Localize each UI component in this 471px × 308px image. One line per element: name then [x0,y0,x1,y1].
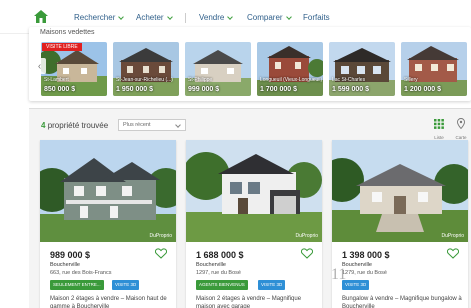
results-count-text: propriété trouvée [47,121,109,130]
results-count-number: 4 [41,121,46,130]
nav-forfaits[interactable]: Forfaits [303,13,330,22]
map-pin-icon [457,118,465,130]
page: Rechercher Acheter Vendre Comparer Forfa… [0,0,471,308]
sort-select[interactable]: Plus récent [118,119,186,131]
featured-home-price: 999 000 $ [188,86,220,93]
featured-home-location: St-Philippe [188,77,213,83]
nav-forfaits-label: Forfaits [303,13,330,22]
listing-price: 989 000 $ [50,250,91,260]
nav-rechercher-label: Rechercher [74,13,116,22]
listing-badge: SEULEMENT ENTRE... [50,280,104,290]
listing-watermark: DuProprio [149,233,172,239]
listing-city: Boucherville [50,262,80,268]
visit-3d-button[interactable]: VISITE 3D [112,280,140,290]
listing-address: 1297, rue du Bosé [196,270,241,276]
chevron-down-icon [227,13,234,20]
featured-home-card[interactable]: St-Jean-sur-Richelieu (...) 1 950 000 $ [113,42,179,96]
nav-vendre-label: Vendre [199,13,225,22]
featured-home-price: 1 200 000 $ [404,86,441,93]
listing-price: 1 688 000 $ [196,250,244,260]
listing-price: 1 398 000 $ [342,250,390,260]
view-list-toggle[interactable]: Liste [432,116,446,140]
nav-divider [185,13,186,23]
featured-home-card[interactable]: VISITE LIBRE St-Lambert 850 000 $ [41,42,107,96]
listing-card[interactable]: DuProprio 989 000 $ Boucherville 663, ru… [40,140,176,308]
chevron-down-icon [166,13,173,20]
nav-vendre[interactable]: Vendre [199,13,234,22]
nav-rechercher[interactable]: Rechercher [74,13,125,22]
home-logo-icon[interactable] [34,10,48,23]
nav-comparer[interactable]: Comparer [247,13,292,22]
listing-city: Boucherville [196,262,226,268]
listing-city: Boucherville [342,262,372,268]
featured-home-card[interactable]: Longueuil (Vieux-Longueuil) 1 700 000 $ [257,42,323,96]
listing-description: Bungalow à vendre – Magnifique bungalow … [342,296,462,308]
listing-photo: DuProprio [332,140,468,242]
nav-acheter[interactable]: Acheter [136,13,173,22]
listing-description: Maison 2 étages à vendre – Magnifique ma… [196,296,302,308]
listing-card[interactable]: DuProprio 1 688 000 $ Boucherville 1297,… [186,140,322,308]
listing-watermark: DuProprio [295,233,318,239]
chevron-down-icon [118,13,125,20]
featured-home-card[interactable]: Sillery 1 200 000 $ [401,42,467,96]
carousel-prev-button[interactable]: ‹ [33,58,46,74]
featured-homes-title: Maisons vedettes [40,29,95,36]
page-number-marker: 11 [331,266,347,283]
favorite-heart-icon[interactable] [447,248,459,259]
listing-photo: DuProprio [186,140,322,242]
featured-home-location: Longueuil (Vieux-Longueuil) [260,77,323,83]
listing-description: Maison 2 étages à vendre – Maison haut d… [50,296,167,308]
listing-address: 663, rue des Bois-Francs [50,270,112,276]
nav-comparer-label: Comparer [247,13,283,22]
results-panel: 4 propriété trouvée Plus récent Liste Ca… [29,108,471,308]
featured-home-location: St-Lambert [44,77,69,83]
results-count: 4 propriété trouvée [41,121,108,130]
featured-home-location: St-Jean-sur-Richelieu (...) [116,77,173,83]
favorite-heart-icon[interactable] [301,248,313,259]
featured-homes-panel: Maisons vedettes VISITE LIBRE St-Lambert… [29,27,471,101]
featured-home-card[interactable]: St-Philippe 999 000 $ [185,42,251,96]
featured-home-location: Sillery [404,77,418,83]
featured-home-price: 850 000 $ [44,86,76,93]
featured-home-price: 1 599 000 $ [332,86,369,93]
chevron-down-icon [285,13,292,20]
chevron-left-icon: ‹ [37,60,42,72]
favorite-heart-icon[interactable] [155,248,167,259]
listing-address: 1279, rue du Bosé [342,270,387,276]
open-house-tag: VISITE LIBRE [42,43,82,51]
featured-home-price: 1 950 000 $ [116,86,153,93]
nav-acheter-label: Acheter [136,13,164,22]
listing-photo: DuProprio [40,140,176,242]
listing-badge: AGENTS BIENVENUS [196,280,248,290]
grid-icon [434,119,444,129]
listing-card[interactable]: DuProprio 1 398 000 $ Boucherville 1279,… [332,140,468,308]
featured-home-location: Lac St-Charles [332,77,366,83]
view-map-toggle[interactable]: Carte [453,116,469,140]
visit-3d-button[interactable]: VISITE 3D [258,280,286,290]
featured-home-card[interactable]: Lac St-Charles 1 599 000 $ [329,42,395,96]
featured-home-price: 1 700 000 $ [260,86,297,93]
listing-watermark: DuProprio [441,233,464,239]
